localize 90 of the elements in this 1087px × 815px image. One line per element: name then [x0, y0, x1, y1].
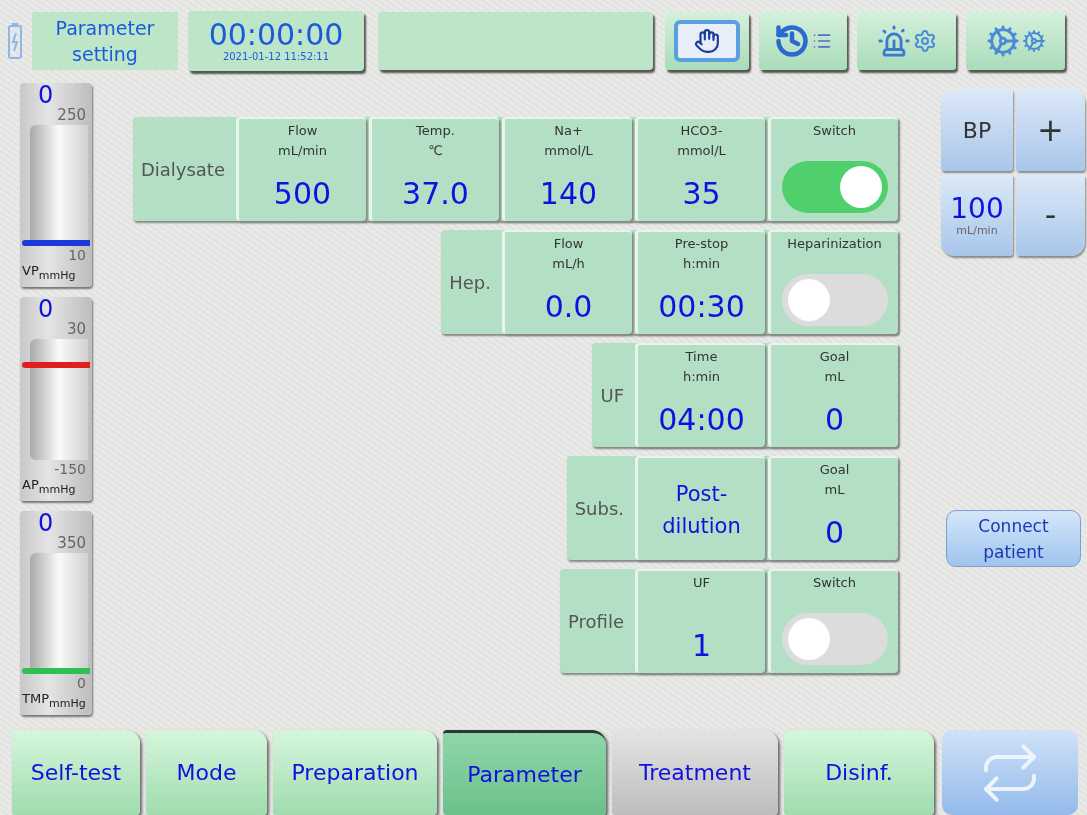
parameter-value: 04:00: [658, 402, 745, 438]
timer: 00:00:00: [208, 19, 344, 52]
alarm-lamp-icon: [876, 23, 911, 58]
alarm-settings-button[interactable]: [857, 11, 956, 70]
gauge-lower-limit: -150: [53, 461, 87, 476]
parameter-cell[interactable]: Temp. ℃ 37.0: [369, 117, 499, 222]
parameter-unit: h:min: [682, 255, 721, 274]
nav-tab[interactable]: Preparation: [273, 730, 437, 815]
gauge-lower-limit: 10: [67, 247, 87, 262]
parameter-value: 00:30: [658, 289, 745, 325]
parameter-cell[interactable]: Goal mL 0: [768, 343, 898, 448]
group-label: Profile: [567, 610, 625, 632]
parameter-unit: mL/h: [552, 255, 585, 274]
parameter-cell[interactable]: Flow mL/h 0.0: [502, 230, 632, 335]
date-time: 2021-01-12 11:52:11: [222, 51, 330, 63]
parameter-value: Post-dilution: [661, 481, 742, 541]
gauge-reading: 0: [37, 297, 55, 322]
parameter-unit: mL: [824, 481, 845, 500]
parameter-value: 0.0: [544, 289, 593, 325]
gear-icon: [1021, 28, 1046, 53]
parameter-caption: Goal: [819, 348, 850, 367]
parameter-unit: h:min: [682, 368, 721, 387]
group-label: Subs.: [573, 497, 625, 519]
parameter-value: 500: [273, 176, 332, 212]
parameter-unit: mL: [824, 368, 845, 387]
parameter-caption: Temp.: [416, 122, 455, 141]
parameter-value: 0: [824, 402, 845, 438]
gauge-lower-limit: 0: [76, 675, 87, 690]
minus-button[interactable]: -: [1016, 174, 1085, 257]
settings-button[interactable]: [966, 11, 1065, 70]
parameter-value: 140: [539, 176, 598, 212]
switch-caption: Switch: [813, 574, 856, 593]
bp-button[interactable]: BP: [941, 89, 1013, 172]
parameter-cell[interactable]: Na+ mmol/L 140: [502, 117, 632, 222]
parameter-cell[interactable]: Post-dilution: [635, 456, 765, 561]
parameter-caption: Flow: [553, 235, 584, 254]
parameter-cell[interactable]: HCO3- mmol/L 35: [635, 117, 765, 222]
parameter-value: 1: [691, 628, 712, 664]
screen-title: Parameter setting: [32, 11, 178, 70]
switch-caption: Switch: [813, 122, 856, 141]
bp-rate-value: 100: [950, 193, 1004, 224]
gauge-reading: 0: [37, 511, 55, 536]
history-button[interactable]: [759, 11, 847, 70]
toggle-switch[interactable]: [781, 613, 888, 666]
parameter-caption: UF: [693, 574, 710, 593]
parameter-cell[interactable]: Pre-stop h:min 00:30: [635, 230, 765, 335]
history-icon: [774, 22, 810, 59]
hand-icon: [694, 27, 720, 54]
connect-patient-button[interactable]: Connect patient: [946, 510, 1081, 568]
group-label: UF: [599, 384, 625, 406]
parameter-cell[interactable]: Time h:min 04:00: [635, 343, 765, 448]
gauge-label: AP$_{mmHg}$: [22, 475, 77, 498]
switch-view-button[interactable]: [942, 730, 1078, 815]
gauge-upper-limit: 350: [56, 535, 87, 552]
gauge-upper-limit: 250: [56, 107, 87, 124]
touch-screen-button[interactable]: [665, 11, 749, 70]
nav-tab[interactable]: Mode: [146, 730, 267, 815]
gauge-upper-limit: 30: [65, 321, 87, 338]
parameter-unit: mL/min: [278, 142, 327, 161]
parameter-unit: ℃: [428, 142, 443, 161]
settings-icon: [985, 23, 1020, 58]
parameter-cell[interactable]: UF 1: [635, 569, 765, 674]
nav-tab[interactable]: Parameter: [443, 730, 606, 815]
nav-tab[interactable]: Disinf.: [784, 730, 934, 815]
battery-icon: [8, 22, 22, 59]
gauge-label: TMP$_{mmHg}$: [22, 689, 87, 712]
nav-tab[interactable]: Self-test: [12, 730, 140, 815]
parameter-caption: Na+: [554, 122, 583, 141]
parameter-caption: Flow: [287, 122, 318, 141]
parameter-caption: HCO3-: [680, 122, 723, 141]
gear-icon: [912, 28, 937, 53]
gauge-reading: 0: [37, 83, 55, 108]
group-label: Dialysate: [139, 158, 226, 180]
parameter-caption: Pre-stop: [674, 235, 729, 254]
parameter-value: 37.0: [402, 176, 469, 212]
toggle-switch[interactable]: [781, 161, 888, 214]
parameter-caption: Goal: [819, 461, 850, 480]
parameter-value: 0: [824, 515, 845, 551]
toggle-switch[interactable]: [781, 274, 888, 327]
gauge-label: VP$_{mmHg}$: [22, 261, 77, 284]
parameter-unit: mmol/L: [544, 142, 593, 161]
parameter-caption: Time: [685, 348, 718, 367]
plus-button[interactable]: +: [1016, 89, 1085, 172]
parameter-unit: mmol/L: [677, 142, 726, 161]
group-label: Hep.: [448, 271, 492, 293]
parameter-cell[interactable]: Goal mL 0: [768, 456, 898, 561]
bp-rate-unit: mL/min: [956, 223, 998, 237]
switch-caption: Heparinization: [787, 235, 882, 254]
parameter-cell[interactable]: Flow mL/min 500: [236, 117, 366, 222]
parameter-value: 35: [682, 176, 721, 212]
